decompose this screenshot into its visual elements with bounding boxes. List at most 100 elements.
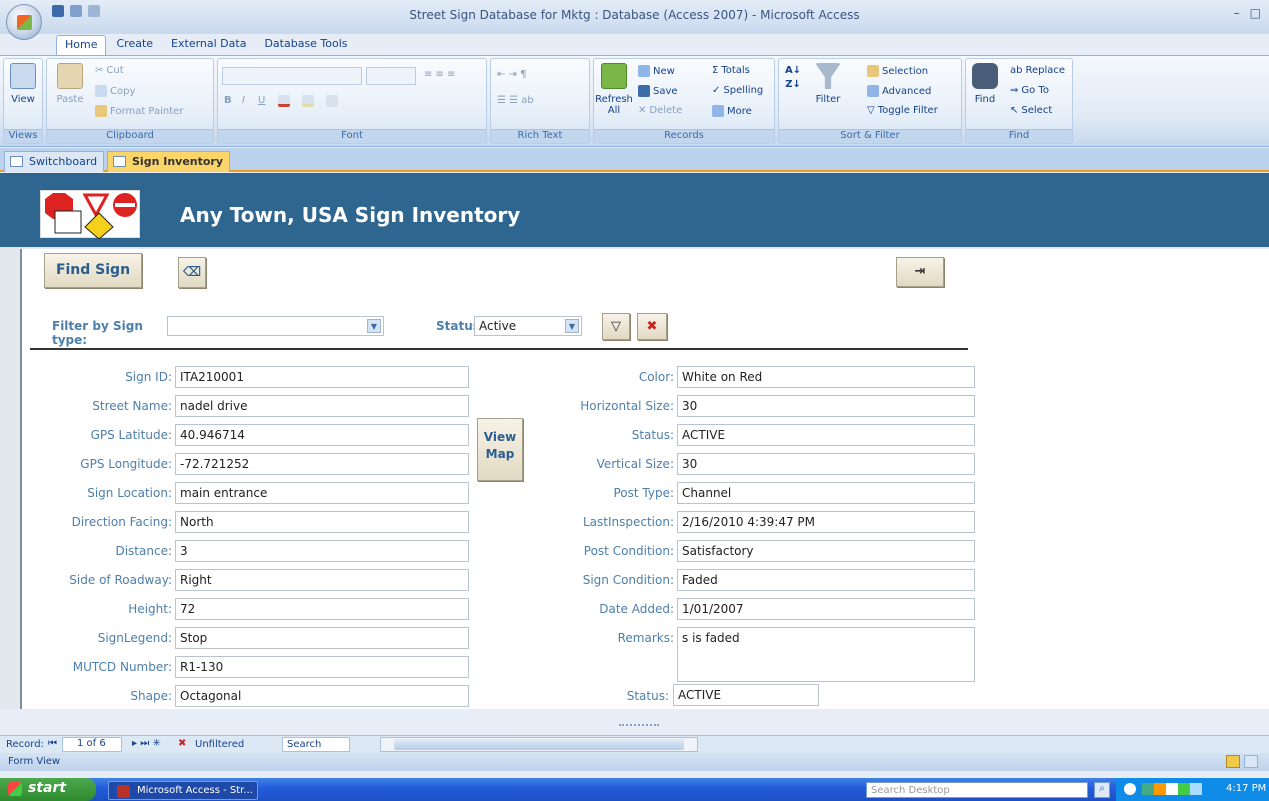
design-view-icon[interactable] <box>1244 755 1258 768</box>
find-button[interactable]: Find <box>972 63 998 105</box>
apply-filter-button[interactable]: ▽ <box>602 313 630 340</box>
color-label: Color: <box>638 370 674 384</box>
toggle-filter-button[interactable]: ▽ Toggle Filter <box>867 105 938 116</box>
scrollbar-thumb[interactable] <box>394 739 684 750</box>
gps-longitude-field[interactable]: -72.721252 <box>175 453 469 475</box>
last-inspection-field[interactable]: 2/16/2010 4:39:47 PM <box>677 511 975 533</box>
form-icon <box>113 156 126 167</box>
totals-button[interactable]: Σ Totals <box>712 65 750 76</box>
list-buttons[interactable]: ☰ ☰ ab <box>497 95 534 106</box>
last-inspection-label: LastInspection: <box>582 515 674 529</box>
color-field[interactable]: White on Red <box>677 366 975 388</box>
new-record-button[interactable]: New <box>638 65 675 77</box>
italic-button[interactable]: I <box>242 95 245 106</box>
status-bottom-field[interactable]: ACTIVE <box>673 684 819 706</box>
first-record-button[interactable]: ⏮ <box>48 738 57 749</box>
tab-switchboard[interactable]: Switchboard <box>4 151 105 172</box>
distance-field[interactable]: 3 <box>175 540 469 562</box>
vertical-size-field[interactable]: 30 <box>677 453 975 475</box>
date-added-field[interactable]: 1/01/2007 <box>677 598 975 620</box>
record-search-box[interactable]: Search <box>282 737 350 752</box>
status-bar: Form View <box>0 753 1269 771</box>
fill-color-button[interactable] <box>302 95 314 107</box>
desktop-search-input[interactable]: Search Desktop <box>866 782 1088 798</box>
sign-location-field[interactable]: main entrance <box>175 482 469 504</box>
resize-grip[interactable] <box>619 724 659 732</box>
remove-filter-button[interactable]: ✖ <box>637 313 667 340</box>
remarks-field[interactable]: s is faded <box>677 627 975 682</box>
tab-database-tools[interactable]: Database Tools <box>256 35 355 55</box>
dropdown-arrow-icon[interactable]: ▼ <box>565 319 579 333</box>
shape-label: Shape: <box>130 689 172 703</box>
filter-state[interactable]: Unfiltered <box>195 739 244 750</box>
tab-create[interactable]: Create <box>108 35 161 55</box>
more-button[interactable]: More <box>712 105 752 117</box>
underline-button[interactable]: U <box>258 95 265 106</box>
taskbar-item-access[interactable]: Microsoft Access - Str... <box>108 781 258 800</box>
filter-button[interactable]: Filter <box>815 63 841 105</box>
clear-form-button[interactable]: ⌫ <box>178 257 206 288</box>
tab-sign-inventory[interactable]: Sign Inventory <box>107 151 231 172</box>
cut-button[interactable]: ✂ Cut <box>95 65 124 76</box>
delete-x-icon: ✕ <box>638 105 647 116</box>
sign-condition-field[interactable]: Faded <box>677 569 975 591</box>
maximize-button[interactable]: □ <box>1250 6 1261 20</box>
spelling-button[interactable]: ✓ Spelling <box>712 85 763 96</box>
font-color-button[interactable] <box>278 95 290 107</box>
start-button[interactable]: start <box>0 778 96 801</box>
shape-field[interactable]: Octagonal <box>175 685 469 707</box>
selection-icon <box>867 65 879 77</box>
group-find-name: Find <box>966 129 1072 143</box>
view-button[interactable]: View <box>8 63 38 105</box>
office-button[interactable] <box>6 4 42 40</box>
font-size-combo[interactable] <box>366 67 416 85</box>
select-button[interactable]: ↖ Select <box>1010 105 1052 116</box>
bold-button[interactable]: B <box>224 95 232 106</box>
post-type-field[interactable]: Channel <box>677 482 975 504</box>
mutcd-number-field[interactable]: R1-130 <box>175 656 469 678</box>
direction-facing-field[interactable]: North <box>175 511 469 533</box>
format-painter-button[interactable]: Format Painter <box>95 105 183 117</box>
gridlines-button[interactable] <box>326 95 338 107</box>
copy-button[interactable]: Copy <box>95 85 135 97</box>
height-field[interactable]: 72 <box>175 598 469 620</box>
tray-icons[interactable] <box>1142 783 1202 795</box>
align-buttons[interactable]: ≡ ≡ ≡ <box>424 69 456 80</box>
find-sign-button[interactable]: Find Sign <box>44 253 142 288</box>
next-record-buttons[interactable]: ▸ ⏭ ✳ <box>132 738 161 749</box>
selection-button[interactable]: Selection <box>867 65 928 77</box>
tab-external-data[interactable]: External Data <box>163 35 254 55</box>
dropdown-arrow-icon[interactable]: ▼ <box>367 319 381 333</box>
tab-home[interactable]: Home <box>56 35 107 55</box>
goto-button[interactable]: ⇒ Go To <box>1010 85 1049 96</box>
save-record-button[interactable]: Save <box>638 85 678 97</box>
document-tabs: Switchboard Sign Inventory <box>0 148 1269 172</box>
refresh-button[interactable]: Refresh All <box>595 63 633 116</box>
filter-sign-type-combo[interactable]: ▼ <box>167 316 384 336</box>
sign-id-field[interactable]: ITA210001 <box>175 366 469 388</box>
delete-record-button[interactable]: ✕ Delete <box>638 105 682 116</box>
status-filter-combo[interactable]: Active ▼ <box>474 316 582 336</box>
paste-button[interactable]: Paste <box>53 63 87 105</box>
horizontal-size-field[interactable]: 30 <box>677 395 975 417</box>
post-condition-field[interactable]: Satisfactory <box>677 540 975 562</box>
gps-latitude-field[interactable]: 40.946714 <box>175 424 469 446</box>
indent-buttons[interactable]: ⇤ ⇥ ¶ <box>497 69 526 80</box>
minimize-button[interactable]: – <box>1234 6 1240 20</box>
record-position[interactable]: 1 of 6 <box>62 737 122 752</box>
status-field[interactable]: ACTIVE <box>677 424 975 446</box>
sort-buttons[interactable]: A↓ Z↓ <box>785 65 801 90</box>
close-form-button[interactable]: ⇥ <box>896 257 944 287</box>
view-map-button[interactable]: View Map <box>477 418 523 481</box>
street-name-field[interactable]: nadel drive <box>175 395 469 417</box>
sign-legend-field[interactable]: Stop <box>175 627 469 649</box>
sort-descending-icon: Z↓ <box>785 79 801 90</box>
tray-arrow-icon[interactable] <box>1124 783 1136 795</box>
search-icon[interactable]: ⌕ <box>1094 782 1110 798</box>
font-name-combo[interactable] <box>222 67 362 85</box>
side-of-roadway-field[interactable]: Right <box>175 569 469 591</box>
advanced-button[interactable]: Advanced <box>867 85 931 97</box>
status-filter-label: Status: <box>436 319 485 333</box>
form-view-icon[interactable] <box>1226 755 1240 768</box>
replace-button[interactable]: ab Replace <box>1010 65 1065 76</box>
